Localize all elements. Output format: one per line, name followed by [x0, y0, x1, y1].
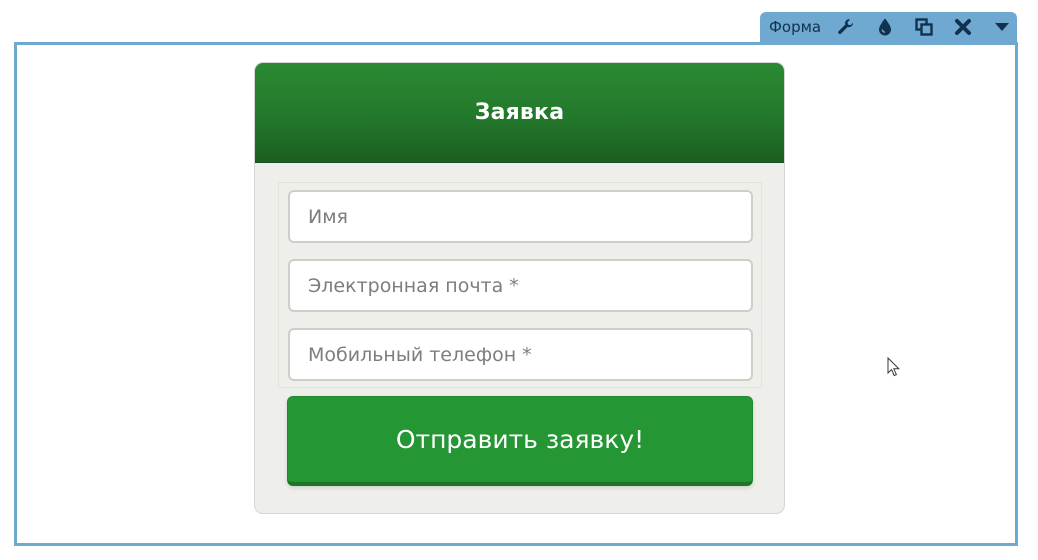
caret-down-icon[interactable]: [991, 16, 1013, 38]
submit-button[interactable]: Отправить заявку!: [287, 396, 753, 486]
close-icon[interactable]: [952, 16, 974, 38]
block-toolbar: Форма: [760, 12, 1017, 42]
application-form: Заявка Отправить заявку!: [254, 62, 785, 514]
form-title: Заявка: [474, 100, 565, 125]
mouse-pointer-icon: [887, 357, 901, 377]
form-header: Заявка: [255, 63, 784, 163]
email-field[interactable]: [288, 259, 753, 312]
form-fields-area: [278, 182, 762, 388]
drop-icon[interactable]: [874, 16, 896, 38]
phone-field[interactable]: [288, 328, 753, 381]
name-field[interactable]: [288, 190, 753, 243]
wrench-icon[interactable]: [835, 16, 857, 38]
block-type-label[interactable]: Форма: [769, 18, 821, 36]
copy-icon[interactable]: [913, 16, 935, 38]
